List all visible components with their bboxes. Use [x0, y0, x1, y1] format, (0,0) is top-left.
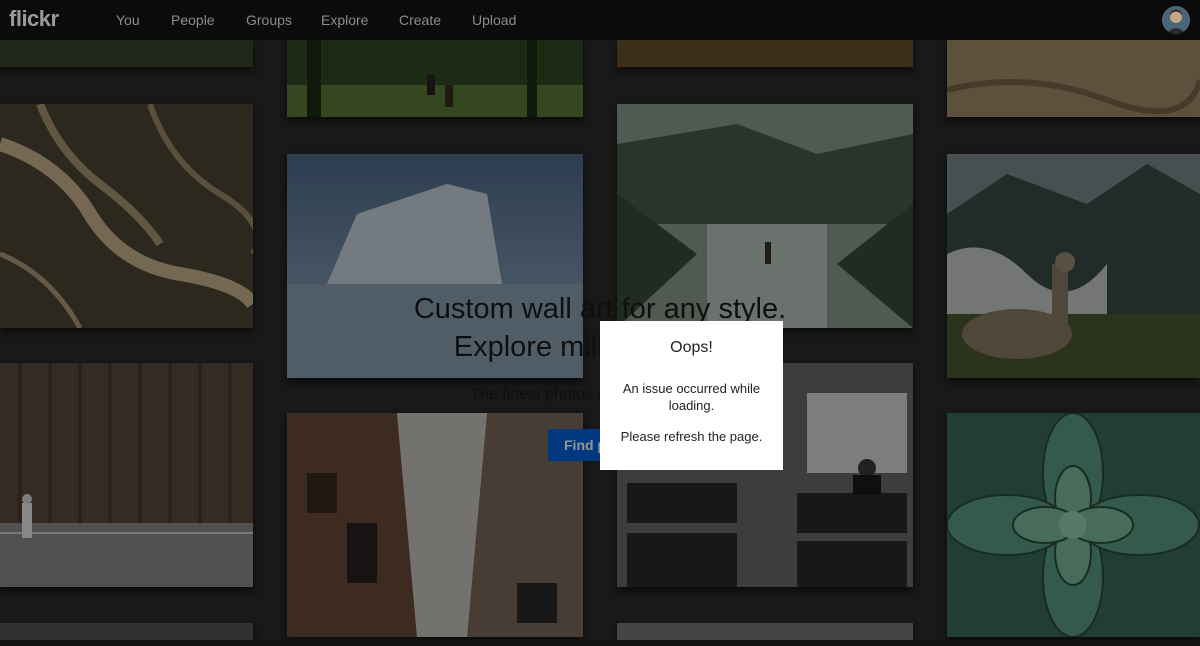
nav-item-create[interactable]: Create — [399, 12, 441, 28]
avatar-icon — [1162, 6, 1190, 34]
nav-item-upload[interactable]: Upload — [472, 12, 516, 28]
user-avatar[interactable] — [1162, 6, 1190, 34]
error-dialog: Oops! An issue occurred while loading. P… — [600, 321, 783, 470]
nav-item-explore[interactable]: Explore — [321, 12, 368, 28]
nav-item-groups[interactable]: Groups — [246, 12, 292, 28]
flickr-logo[interactable]: flickr — [9, 6, 59, 32]
nav-item-people[interactable]: People — [171, 12, 215, 28]
bottom-strip — [0, 640, 1200, 646]
dialog-title: Oops! — [670, 339, 713, 356]
nav-item-you[interactable]: You — [116, 12, 140, 28]
dialog-message: An issue occurred while loading. — [622, 381, 761, 413]
dialog-refresh-text: Please refresh the page. — [620, 429, 763, 444]
top-nav-bar: flickr You People Groups Explore Create … — [0, 0, 1200, 40]
